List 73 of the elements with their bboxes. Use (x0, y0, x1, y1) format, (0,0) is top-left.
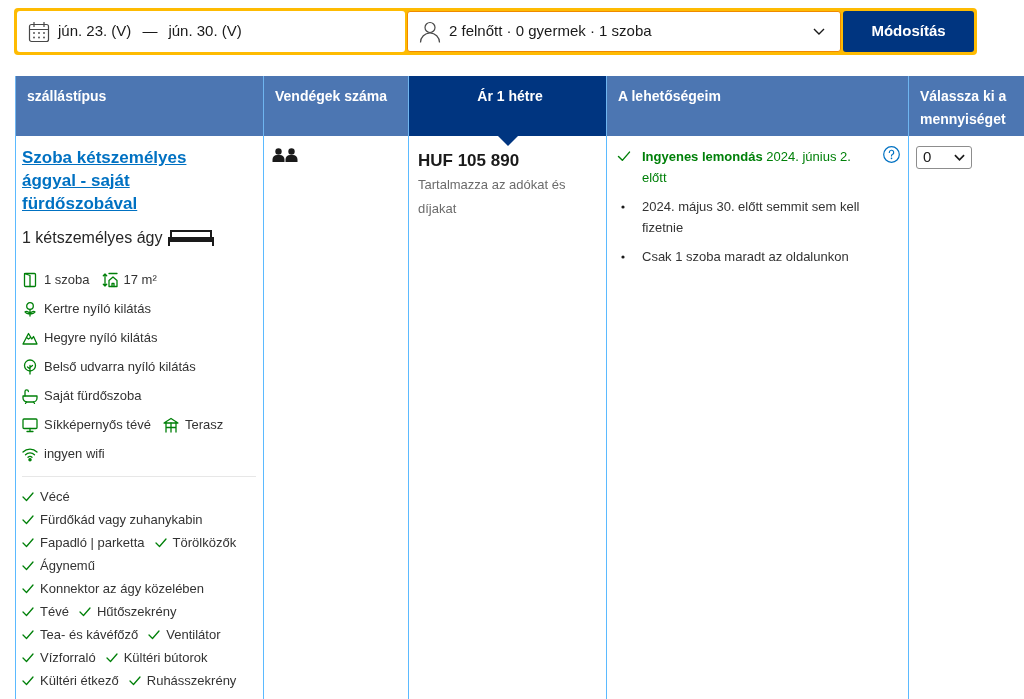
amenity-label: Vécé (40, 488, 70, 506)
price-text: HUF 105 890 (418, 150, 521, 172)
facility-label: Kertre nyíló kilátás (44, 300, 151, 318)
mountain-icon (22, 330, 38, 346)
bullet-icon (621, 254, 625, 259)
facility-label: 17 m² (123, 271, 157, 289)
modify-search-button[interactable]: Módosítás (843, 11, 974, 52)
check-icon (617, 151, 631, 162)
check-icon (22, 537, 34, 548)
amenity-label: Hűtőszekrény (96, 603, 177, 621)
condition-text: 2024. május 30. előtt semmit sem kell fizetnie (642, 198, 861, 237)
bed-icon (166, 229, 215, 247)
date-range-field[interactable]: jún. 23. (V) — jún. 30. (V) (17, 11, 405, 52)
person-icon (272, 148, 285, 162)
condition-text: Csak 1 szoba maradt az oldalunkon (642, 248, 850, 266)
pavilion-icon (162, 417, 179, 433)
check-icon (22, 629, 34, 640)
quantity-select[interactable]: 0 (916, 146, 972, 169)
tree-icon (22, 359, 38, 375)
amenity-label: Vízforraló (40, 649, 96, 667)
check-icon (105, 652, 118, 663)
cancellation-policy-text: Ingyenes lemondás 2024. június 2. előtt (642, 148, 852, 187)
column-header: A lehetőségeim (606, 76, 908, 136)
help-icon[interactable] (883, 146, 900, 163)
monitor-icon (22, 417, 38, 433)
amenity-label: Ventilátor (166, 626, 221, 644)
check-icon (22, 675, 34, 686)
bathtub-icon (22, 388, 38, 404)
flower-icon (22, 301, 38, 317)
facility-label: 1 szoba (44, 271, 90, 289)
price-note-text: Tartalmazza az adókat és díjakat (418, 176, 567, 218)
room-name-link[interactable]: Szoba kétszemélyes ággyal - saját fürdőszobával (22, 146, 237, 215)
facility-label: Saját fürdőszoba (44, 387, 142, 405)
amenity-label: Konnektor az ágy közelében (40, 580, 205, 598)
amenity-label: Ruhásszekrény (146, 672, 237, 690)
wifi-icon (22, 446, 38, 462)
amenity-label: Kültéri étkező (40, 672, 119, 690)
column-header: Vendégek száma (263, 76, 408, 136)
check-icon (22, 583, 34, 594)
amenity-label: Tea- és kávéfőző (40, 626, 139, 644)
check-icon (128, 675, 141, 686)
person-icon (285, 148, 298, 162)
facility-label: Síkképernyős tévé (44, 416, 151, 434)
person-icon (419, 20, 441, 43)
column-header: szállástípus (15, 76, 263, 136)
facility-label: ingyen wifi (44, 445, 105, 463)
amenity-label: Ágynemű (40, 557, 95, 575)
check-icon (22, 652, 34, 663)
check-icon (22, 606, 34, 617)
chevron-down-icon (813, 28, 825, 35)
facility-label: Belső udvarra nyíló kilátás (44, 358, 196, 376)
amenity-label: Kültéri bútorok (123, 649, 208, 667)
check-icon (154, 537, 167, 548)
bullet-icon (621, 204, 625, 209)
column-header: Válassza ki a mennyiséget (908, 76, 1024, 136)
facility-label: Terasz (184, 416, 224, 434)
facility-label: Hegyre nyíló kilátás (44, 329, 158, 347)
amenity-label: Fapadló | parketta (40, 534, 145, 552)
guests-dropdown[interactable]: 2 felnőtt · 0 gyermek · 1 szoba (407, 11, 841, 52)
amenity-label: Tévé (40, 603, 69, 621)
calendar-icon (28, 20, 50, 43)
house-arrows-icon (101, 272, 118, 288)
check-icon (148, 629, 161, 640)
bed-type-text: 1 kétszemélyes ágy (22, 228, 163, 248)
chevron-down-icon (954, 154, 965, 161)
amenity-label: Törölközők (172, 534, 237, 552)
check-icon (22, 560, 34, 571)
door-icon (22, 272, 38, 288)
triangle-marker-icon (497, 136, 518, 146)
check-icon (78, 606, 91, 617)
check-icon (22, 514, 34, 525)
check-icon (22, 491, 34, 502)
amenity-label: Fürdőkád vagy zuhanykabin (40, 511, 203, 529)
